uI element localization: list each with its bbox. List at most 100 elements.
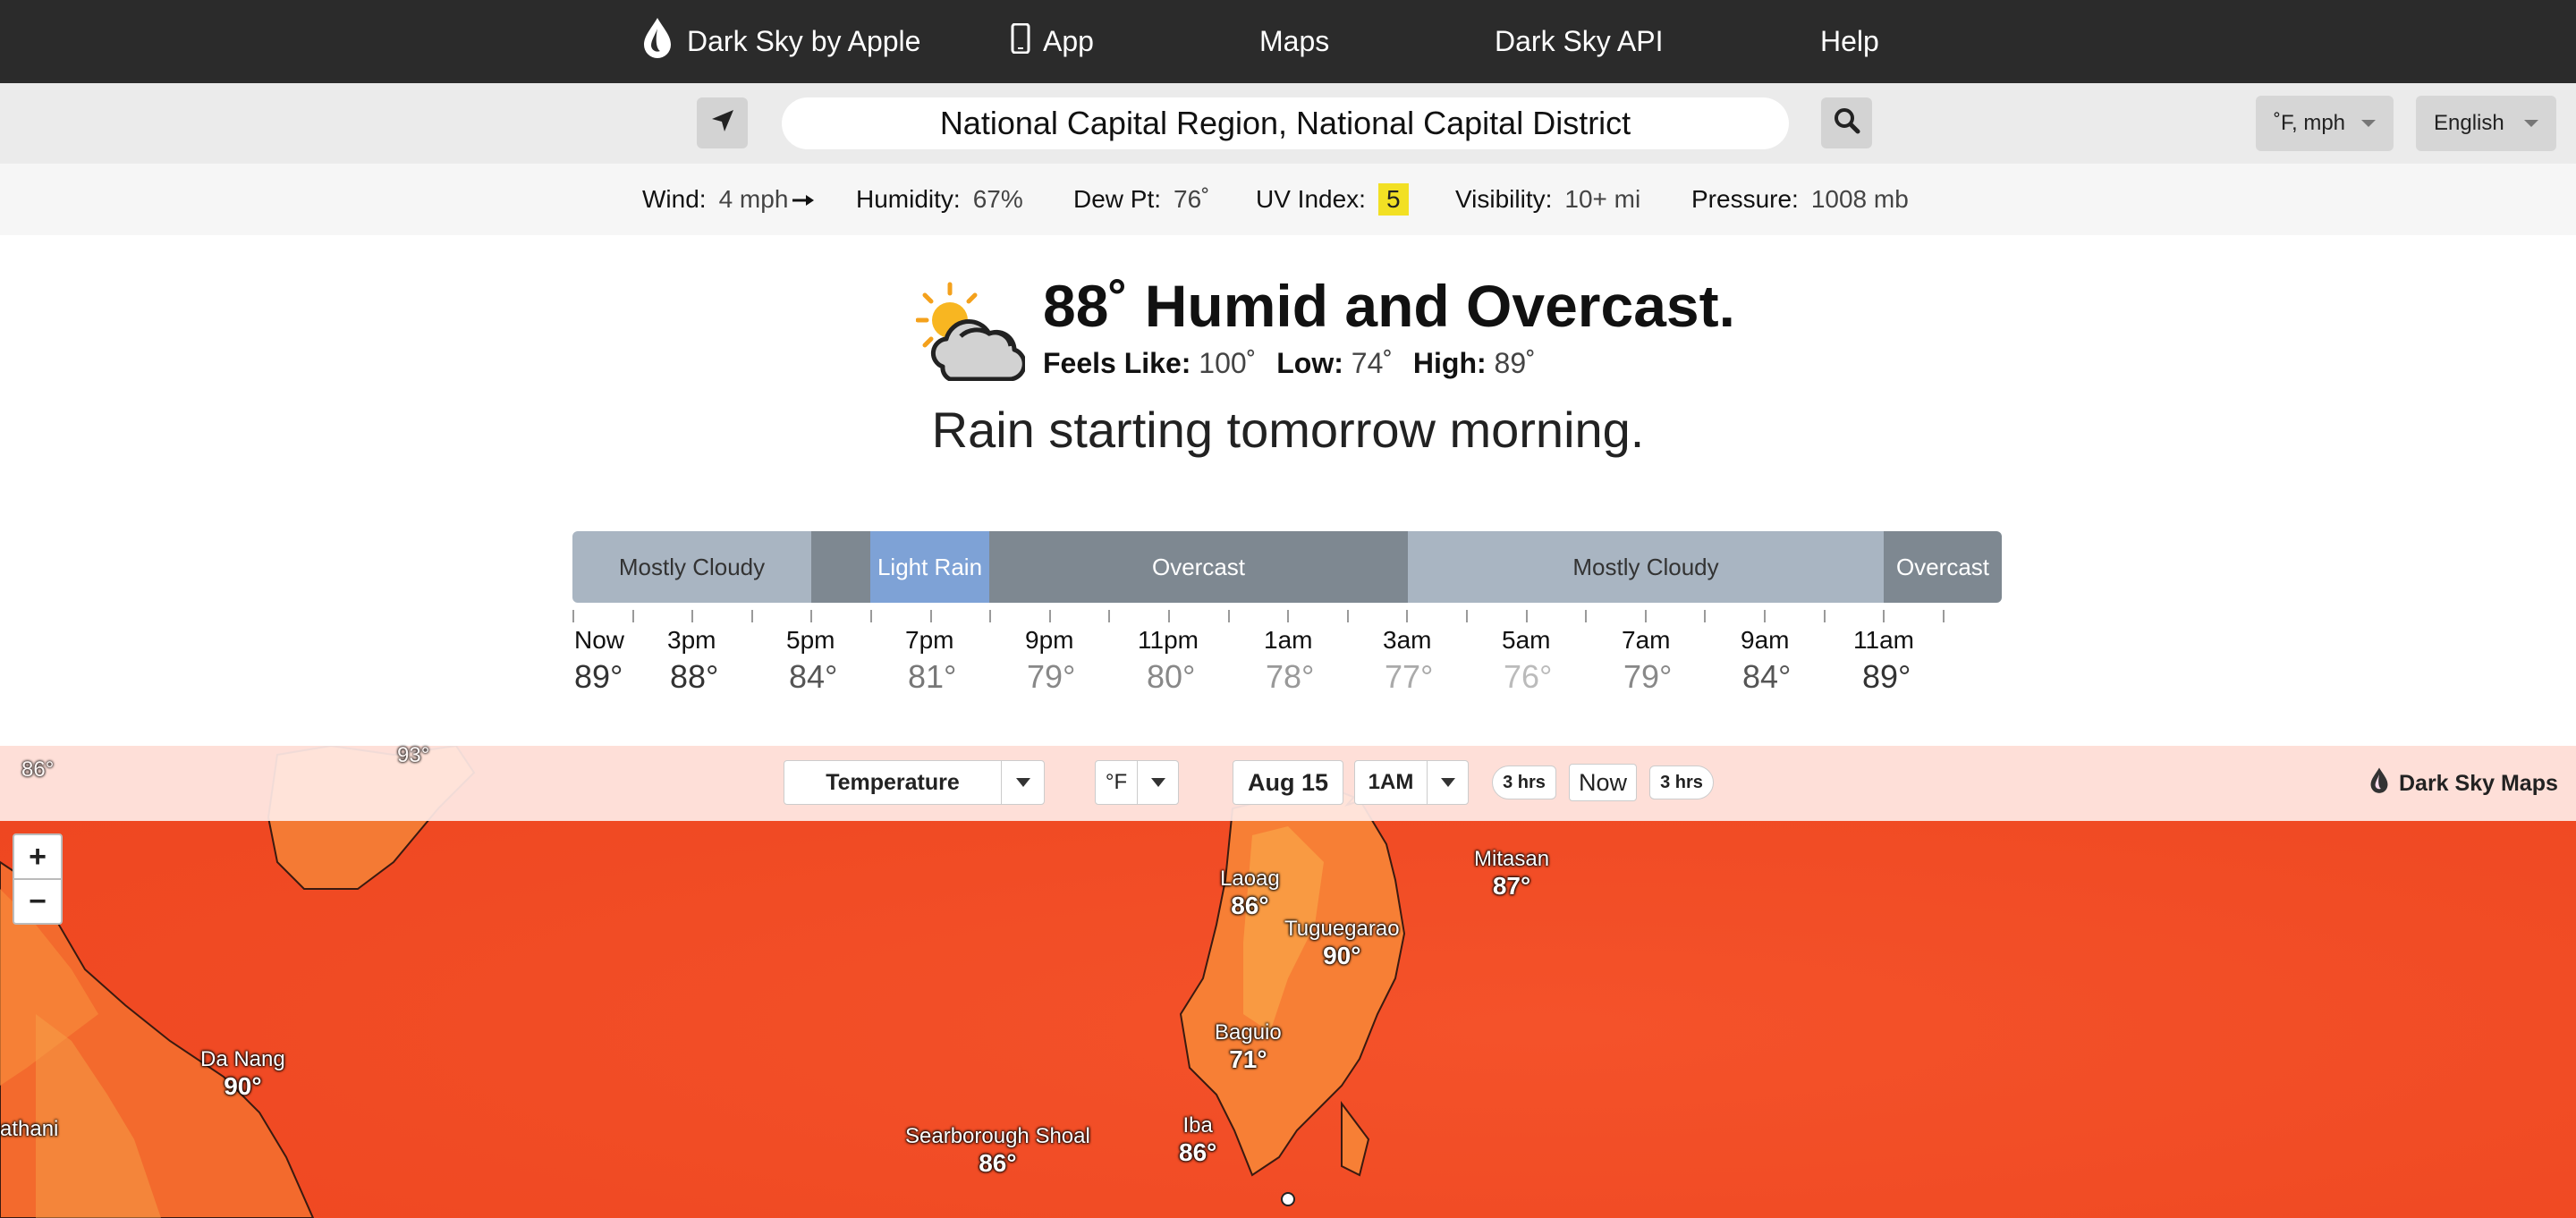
- zoom-in-button[interactable]: +: [13, 833, 63, 880]
- timeline-segment[interactable]: Mostly Cloudy: [1408, 531, 1884, 603]
- timeline-segment-label: Mostly Cloudy: [1572, 553, 1719, 580]
- hour-temperature: 88°: [670, 658, 719, 695]
- app-link[interactable]: App: [1011, 0, 1094, 83]
- location-search-input[interactable]: National Capital Region, National Capita…: [782, 97, 1789, 149]
- timeline-tick: [1406, 610, 1409, 622]
- partly-cloudy-day-icon: [915, 281, 1027, 385]
- uv-index-badge: 5: [1377, 183, 1409, 216]
- humidity-stat: Humidity: 67%: [856, 164, 1023, 235]
- wind-stat: Wind: 4 mph: [642, 164, 815, 235]
- hour-label: 7pm: [905, 626, 954, 654]
- low-label: Low:: [1276, 347, 1343, 379]
- timeline-segment[interactable]: Overcast: [989, 531, 1408, 603]
- pressure-value: 1008 mb: [1810, 185, 1909, 213]
- city-name: Laoag: [1220, 867, 1280, 891]
- zoom-out-button[interactable]: −: [13, 878, 63, 925]
- hour-label: 5am: [1502, 626, 1551, 654]
- city-temp: 86°: [979, 1149, 1017, 1177]
- map-now-button[interactable]: Now: [1569, 764, 1637, 801]
- chevron-down-icon: [1427, 761, 1468, 804]
- timeline-tick: [1048, 610, 1051, 622]
- help-link[interactable]: Help: [1820, 0, 1879, 83]
- hour-label: Now: [574, 626, 625, 654]
- map-time-label: 1AM: [1368, 770, 1414, 794]
- current-location-button[interactable]: [697, 97, 748, 148]
- map-unit-select[interactable]: °F: [1095, 760, 1179, 805]
- timeline-tick: [631, 610, 634, 622]
- hour-temperature: 84°: [1742, 658, 1792, 695]
- timeline-segment[interactable]: Mostly Cloudy: [572, 531, 811, 603]
- timeline-segment[interactable]: Light Rain: [870, 531, 989, 603]
- brand-link[interactable]: Dark Sky by Apple: [640, 0, 920, 83]
- timeline-tick: [1704, 610, 1707, 622]
- map-layer-select[interactable]: Temperature: [784, 760, 1045, 805]
- map-controls-bar: 86° 93° Temperature °F Aug 15 1AM 3 hrs …: [0, 743, 2576, 821]
- city-label: Mitasan 87°: [1474, 846, 1549, 900]
- high-label: High:: [1412, 347, 1487, 379]
- map-layer-label: Temperature: [826, 769, 960, 795]
- timeline-tick: [989, 610, 992, 622]
- high-value: 89˚: [1494, 347, 1536, 379]
- city-temp: 86°: [1179, 1138, 1217, 1166]
- timeline-tick: [1764, 610, 1766, 622]
- chevron-down-icon: [1137, 761, 1178, 804]
- dark-sky-logo-icon: [640, 16, 687, 68]
- city-name: Tuguegarao: [1284, 917, 1400, 941]
- city-name: Da Nang: [200, 1047, 285, 1071]
- timeline-segment[interactable]: [811, 531, 870, 603]
- maps-link[interactable]: Maps: [1259, 0, 1329, 83]
- chevron-down-icon: [2361, 120, 2376, 127]
- timeline-tick: [1883, 610, 1885, 622]
- uv-index-label: UV Index:: [1256, 185, 1366, 213]
- city-name: Searborough Shoal: [905, 1124, 1090, 1148]
- timeline-tick: [1108, 610, 1111, 622]
- timeline-tick: [1466, 610, 1468, 622]
- timeline-segment-label: Light Rain: [877, 553, 983, 580]
- units-dropdown[interactable]: ˚F, mph: [2256, 96, 2394, 151]
- timeline-tick: [1585, 610, 1588, 622]
- visibility-value: 10+ mi: [1564, 185, 1641, 213]
- hour-label: 9am: [1741, 626, 1790, 654]
- hour-label: 1am: [1264, 626, 1313, 654]
- dew-point-label: Dew Pt:: [1073, 185, 1162, 213]
- city-name: Iba: [1182, 1113, 1213, 1138]
- summary-headline: 88˚ Humid and Overcast.: [1043, 273, 1735, 339]
- hour-label: 11pm: [1138, 626, 1199, 654]
- city-label: Laoag 86°: [1220, 866, 1280, 919]
- hour-temperature: 89°: [574, 658, 623, 695]
- api-link[interactable]: Dark Sky API: [1495, 0, 1664, 83]
- visibility-label: Visibility:: [1455, 185, 1553, 213]
- city-temp: 90°: [1323, 942, 1361, 969]
- hour-temperature: 81°: [908, 658, 957, 695]
- hour-temperature: 77°: [1385, 658, 1434, 695]
- search-icon: [1834, 107, 1860, 139]
- humidity-value: 67%: [972, 185, 1023, 213]
- partial-city-temp: 93°: [397, 743, 430, 767]
- map-time-select[interactable]: 1AM: [1354, 760, 1469, 805]
- hour-label: 5pm: [786, 626, 835, 654]
- timeline-segment[interactable]: Overcast: [1884, 531, 2002, 603]
- timeline-tick: [810, 610, 813, 622]
- city-temp: 87°: [1492, 872, 1531, 900]
- timeline-tick: [691, 610, 694, 622]
- uv-index-stat: UV Index: 5: [1256, 164, 1409, 235]
- timeline-segment-label: Overcast: [1895, 553, 1990, 580]
- city-label: Searborough Shoal 86°: [905, 1123, 1090, 1177]
- city-temp: 86°: [1231, 892, 1269, 919]
- current-conditions-bar: Wind: 4 mph Humidity: 67% Dew Pt: 76˚ UV…: [0, 164, 2576, 235]
- timeline-tick: [1942, 610, 1945, 622]
- step-back-button[interactable]: 3 hrs: [1492, 765, 1556, 799]
- timeline-tick: [750, 610, 753, 622]
- hour-temperature: 76°: [1504, 658, 1553, 695]
- hour-label: 9pm: [1025, 626, 1074, 654]
- step-forward-button[interactable]: 3 hrs: [1649, 765, 1714, 799]
- feels-like-line: Feels Like: 100˚ Low: 74˚ High: 89˚: [1043, 347, 1548, 380]
- map-date[interactable]: Aug 15: [1233, 760, 1343, 805]
- hour-label: 3pm: [667, 626, 716, 654]
- timeline-tick: [1644, 610, 1647, 622]
- dark-sky-maps-brand[interactable]: Dark Sky Maps: [2368, 765, 2558, 801]
- language-dropdown[interactable]: English: [2416, 96, 2556, 151]
- timeline-tick: [1227, 610, 1230, 622]
- city-label: Da Nang 90°: [200, 1046, 285, 1100]
- search-button[interactable]: [1821, 97, 1872, 148]
